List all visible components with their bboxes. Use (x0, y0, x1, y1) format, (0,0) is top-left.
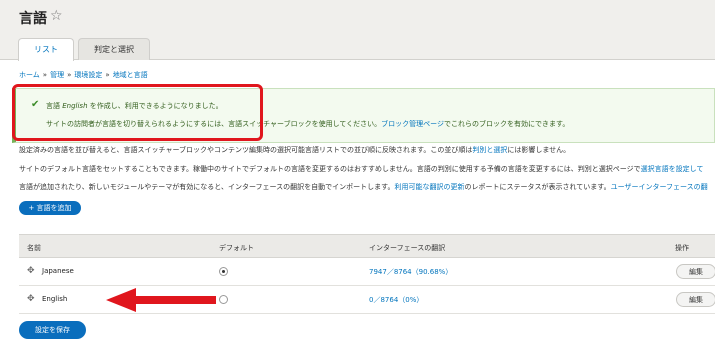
switcher-text-suffix: でこれらのブロックを有効にできます。 (444, 120, 570, 128)
description-line-default: サイトのデフォルト言語をセットすることもできます。稼働中のサイトでデフォルトの言… (19, 164, 703, 174)
tab-detection-selection[interactable]: 判定と選択 (78, 38, 150, 60)
drag-handle-icon[interactable]: ✥ (27, 294, 35, 304)
breadcrumb: ホーム» 管理» 環境設定» 地域と言語 (19, 70, 148, 80)
description-text-suffix: には影響しません。 (507, 146, 571, 154)
translation-status-link[interactable]: 0／8764（0%） (369, 295, 423, 305)
tab-list-view[interactable]: リスト (18, 38, 74, 61)
language-name-japanese: Japanese (42, 267, 74, 275)
edit-button[interactable]: 編集 (676, 292, 715, 307)
breadcrumb-separator: » (42, 71, 48, 79)
header-translation: インターフェースの翻訳 (369, 244, 446, 252)
description-text: 言語が追加されたり、新しいモジュールやテーマが有効になると、インターフェースの翻… (19, 183, 395, 191)
breadcrumb-separator: » (67, 71, 72, 79)
breadcrumb-separator: » (105, 71, 110, 79)
header-default: デフォルト (219, 244, 254, 252)
breadcrumb-home[interactable]: ホーム (19, 71, 40, 79)
detection-link[interactable]: 判別と選択 (472, 146, 507, 154)
page-title: 言語 (19, 11, 47, 27)
block-admin-link[interactable]: ブロック管理ページ (381, 120, 444, 128)
translation-status-link[interactable]: 7947／8764（90.68%） (369, 267, 452, 277)
breadcrumb-region-language[interactable]: 地域と言語 (113, 71, 148, 79)
description-line-order: 設定済みの言語を並び替えると、言語スイッチャーブロックやコンテンツ編集時の選択可… (19, 145, 570, 155)
add-language-button[interactable]: + 言語を追加 (19, 201, 81, 215)
breadcrumb-admin[interactable]: 管理 (50, 71, 64, 79)
description-text: サイトのデフォルト言語をセットすることもできます。稼働中のサイトでデフォルトの言… (19, 165, 641, 173)
table-row: ✥ Japanese 7947／8764（90.68%） 編集 (19, 258, 715, 286)
drag-handle-icon[interactable]: ✥ (27, 266, 35, 276)
available-updates-link[interactable]: 利用可能な翻訳の更新 (394, 183, 464, 191)
default-radio-english[interactable] (219, 295, 228, 304)
description-text: 設定済みの言語を並び替えると、言語スイッチャーブロックやコンテンツ編集時の選択可… (19, 146, 473, 154)
page-header: 言語 ☆ リスト 判定と選択 (0, 0, 715, 61)
breadcrumb-config[interactable]: 環境設定 (74, 71, 102, 79)
ui-translation-link[interactable]: ユーザーインターフェースの翻 (611, 183, 708, 191)
description-line-import: 言語が追加されたり、新しいモジュールやテーマが有効になると、インターフェースの翻… (19, 182, 708, 192)
save-settings-button[interactable]: 設定を保存 (19, 321, 86, 339)
tab-list: リスト 判定と選択 (18, 38, 154, 61)
language-name-english: English (42, 295, 68, 303)
default-radio-japanese[interactable] (219, 267, 228, 276)
selection-language-link[interactable]: 選択言語を設定して (641, 165, 704, 173)
header-name: 名前 (27, 244, 41, 252)
star-icon[interactable]: ☆ (50, 8, 63, 24)
highlight-box (12, 84, 263, 141)
table-header: 名前 デフォルト インターフェースの翻訳 操作 (19, 234, 715, 258)
description-text-suffix: のレポートにステータスが表示されています。 (464, 183, 611, 191)
header-operations: 操作 (675, 244, 689, 252)
edit-button[interactable]: 編集 (676, 264, 715, 279)
arrow-icon (106, 288, 216, 312)
